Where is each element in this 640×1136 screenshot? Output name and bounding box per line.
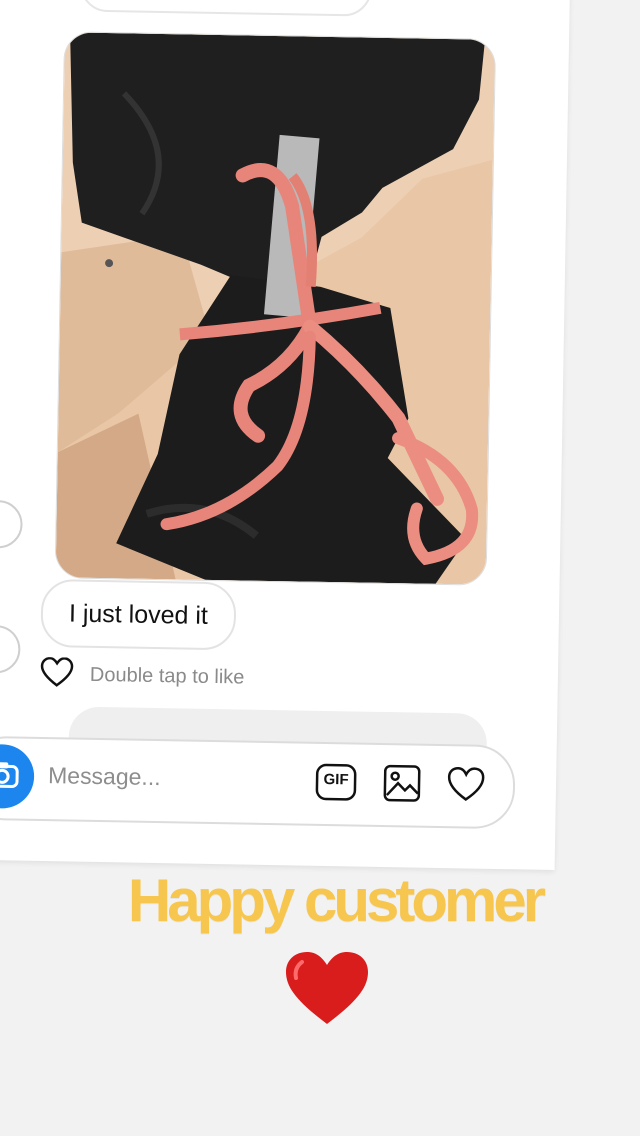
image-icon[interactable] (382, 763, 423, 809)
previous-message-bubble (79, 0, 373, 17)
happy-customer-caption: Happy customer (127, 867, 546, 934)
heart-icon[interactable] (446, 766, 487, 808)
like-row: Double tap to like (40, 656, 245, 696)
gif-icon[interactable]: GIF (315, 762, 358, 808)
chat-screen: I just loved it Double tap to like Messa… (0, 0, 570, 870)
photo-image (55, 32, 496, 585)
sender-avatar-2[interactable] (0, 624, 21, 674)
message-text: I just loved it (68, 598, 209, 630)
red-heart-icon (284, 950, 370, 1031)
message-bubble[interactable]: I just loved it (40, 578, 237, 651)
message-composer: GIF (0, 735, 516, 830)
camera-icon (0, 760, 19, 794)
double-tap-hint: Double tap to like (89, 663, 245, 689)
camera-button[interactable] (0, 743, 35, 809)
shared-photo[interactable] (54, 31, 497, 586)
heart-icon[interactable] (40, 656, 75, 693)
sender-avatar[interactable] (0, 499, 23, 549)
gif-label: GIF (323, 770, 349, 789)
message-input[interactable] (45, 761, 281, 795)
